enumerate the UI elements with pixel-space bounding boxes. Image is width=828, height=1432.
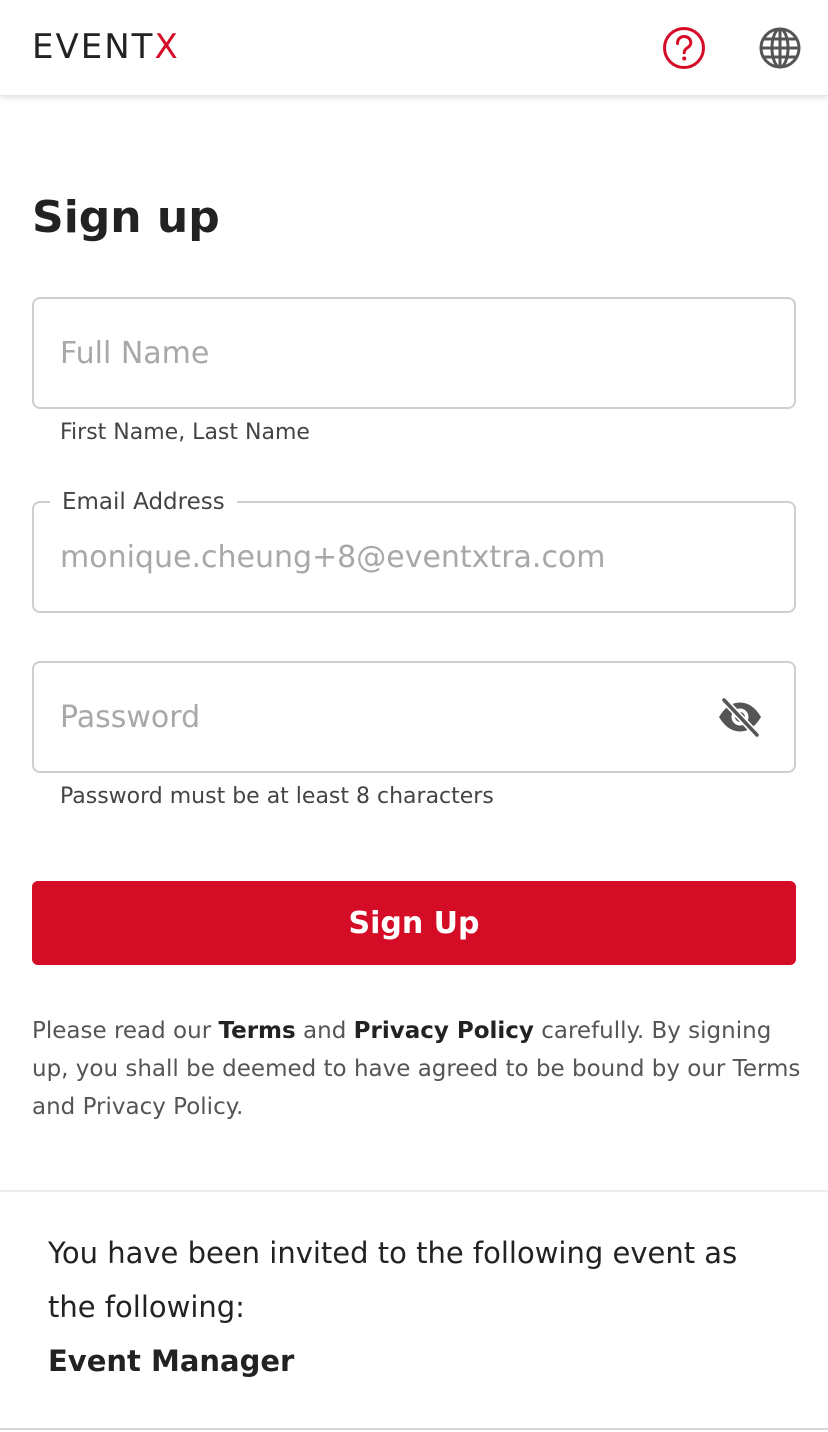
privacy-policy-link[interactable]: Privacy Policy	[354, 1018, 534, 1044]
page-title: Sign up	[32, 192, 220, 243]
password-helper: Password must be at least 8 characters	[60, 784, 494, 809]
invite-message: You have been invited to the following e…	[48, 1236, 738, 1324]
invite-role: Event Manager	[48, 1344, 295, 1378]
email-input[interactable]	[60, 503, 700, 611]
full-name-field[interactable]	[32, 297, 796, 409]
terms-pre: Please read our	[32, 1018, 219, 1044]
globe-icon[interactable]	[758, 26, 802, 70]
full-name-helper: First Name, Last Name	[60, 420, 310, 445]
eye-off-icon[interactable]	[716, 695, 764, 739]
terms-and: and	[295, 1018, 354, 1044]
email-field[interactable]: Email Address	[32, 486, 796, 613]
password-field[interactable]	[32, 661, 796, 773]
app-header: EVENT X	[0, 0, 828, 96]
logo-text: EVENT	[32, 27, 155, 67]
eventx-logo[interactable]: EVENT X	[32, 30, 180, 64]
bottom-divider	[0, 1428, 828, 1430]
logo-x: X	[154, 27, 180, 67]
terms-notice: Please read our Terms and Privacy Policy…	[32, 1012, 802, 1126]
full-name-input[interactable]	[60, 299, 700, 407]
section-divider	[0, 1190, 828, 1192]
terms-link[interactable]: Terms	[218, 1018, 295, 1044]
sign-up-button[interactable]: Sign Up	[32, 881, 796, 965]
help-icon[interactable]	[662, 26, 706, 70]
password-input[interactable]	[60, 663, 700, 771]
